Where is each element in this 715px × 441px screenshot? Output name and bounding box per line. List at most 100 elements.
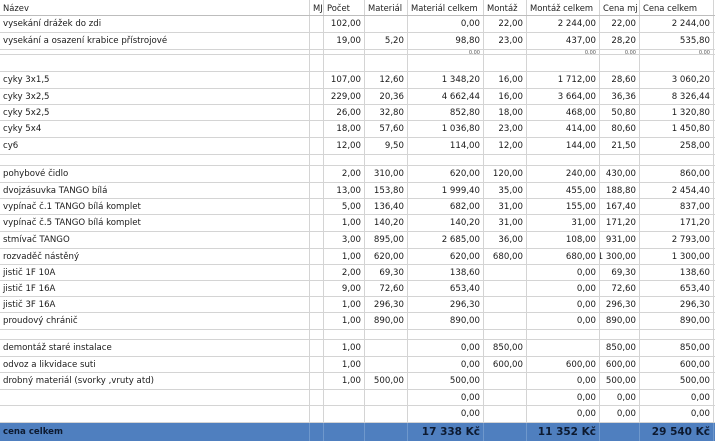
cell-montaz[interactable] [484, 55, 527, 71]
cell-material[interactable]: 153,80 [365, 183, 408, 198]
cell-montaz[interactable]: 12,00 [484, 138, 527, 154]
cell-pocet[interactable]: 1,00 [324, 249, 365, 264]
cell-mj[interactable] [310, 50, 324, 54]
cell-pocet[interactable]: 1,00 [324, 313, 365, 329]
cell-nazev[interactable]: vypínač č.5 TANGO bílá komplet [0, 215, 310, 231]
cell-mj[interactable] [310, 72, 324, 88]
cell-montaz-celkem[interactable]: 0,00 [527, 406, 600, 422]
cell-material[interactable]: 890,00 [365, 313, 408, 329]
cell-material[interactable]: 5,20 [365, 33, 408, 49]
cell-material[interactable]: 9,50 [365, 138, 408, 154]
cell-mj[interactable] [310, 265, 324, 280]
cell-montaz-celkem[interactable]: 2 244,00 [527, 16, 600, 32]
cell-material-celkem[interactable]: 0,00 [408, 16, 484, 32]
total-mj[interactable] [310, 423, 324, 441]
cell-material[interactable]: 310,00 [365, 166, 408, 182]
cell-mj[interactable] [310, 55, 324, 71]
cell-nazev[interactable]: vysekání a osazení krabice přístrojové [0, 33, 310, 49]
cell-montaz[interactable]: 36,00 [484, 232, 527, 248]
cell-montaz[interactable] [484, 281, 527, 296]
cell-montaz-celkem[interactable]: 437,00 [527, 33, 600, 49]
cell-cena-celkem[interactable]: 2 454,40 [640, 183, 714, 198]
cell-nazev[interactable]: pohybové čidlo [0, 166, 310, 182]
cell-montaz[interactable]: 31,00 [484, 215, 527, 231]
cell-mj[interactable] [310, 121, 324, 137]
cell-cena-celkem[interactable]: 296,30 [640, 297, 714, 312]
cell-nazev[interactable]: odvoz a likvidace suti [0, 357, 310, 372]
cell-cena-celkem[interactable]: 1 300,00 [640, 249, 714, 264]
cell-cena-mj[interactable]: 1 300,00 [600, 249, 640, 264]
cell-material-celkem[interactable]: 0,00 [408, 340, 484, 356]
cell-nazev[interactable]: drobný materiál (svorky ,vruty atd) [0, 373, 310, 389]
cell-mj[interactable] [310, 232, 324, 248]
cell-material[interactable]: 72,60 [365, 281, 408, 296]
cell-cena-mj[interactable]: 167,40 [600, 199, 640, 214]
cell-material[interactable] [365, 16, 408, 32]
cell-nazev[interactable]: cy6 [0, 138, 310, 154]
cell-montaz[interactable]: 120,00 [484, 166, 527, 182]
cell-material-celkem[interactable]: 620,00 [408, 166, 484, 182]
cell-cena-celkem[interactable]: 3 060,20 [640, 72, 714, 88]
cell-nazev[interactable] [0, 406, 310, 422]
cell-material-celkem[interactable]: 1 999,40 [408, 183, 484, 198]
cell-montaz-celkem[interactable]: 0,00 [527, 373, 600, 389]
cell-material-celkem[interactable]: 620,00 [408, 249, 484, 264]
cell-montaz-celkem[interactable] [527, 55, 600, 71]
cell-material-celkem[interactable]: 98,80 [408, 33, 484, 49]
cell-cena-mj[interactable]: 931,00 [600, 232, 640, 248]
cell-nazev[interactable]: vypínač č.1 TANGO bílá komplet [0, 199, 310, 214]
cell-pocet[interactable] [324, 390, 365, 405]
cell-pocet[interactable]: 107,00 [324, 72, 365, 88]
cell-pocet[interactable]: 2,00 [324, 166, 365, 182]
cell-pocet[interactable]: 9,00 [324, 281, 365, 296]
cell-cena-mj[interactable]: 72,60 [600, 281, 640, 296]
cell-montaz-celkem[interactable]: 414,00 [527, 121, 600, 137]
cell-cena-mj[interactable]: 69,30 [600, 265, 640, 280]
cell-mj[interactable] [310, 16, 324, 32]
cell-cena-celkem[interactable] [640, 155, 714, 165]
cell-montaz[interactable]: 16,00 [484, 72, 527, 88]
cell-mj[interactable] [310, 166, 324, 182]
cell-material-celkem[interactable]: 2 685,00 [408, 232, 484, 248]
cell-material[interactable] [365, 340, 408, 356]
cell-montaz-celkem[interactable]: 0,00 [527, 281, 600, 296]
cell-material[interactable]: 895,00 [365, 232, 408, 248]
cell-pocet[interactable]: 1,00 [324, 215, 365, 231]
cell-cena-celkem[interactable]: 258,00 [640, 138, 714, 154]
cell-cena-mj[interactable]: 28,20 [600, 33, 640, 49]
cell-pocet[interactable]: 1,00 [324, 340, 365, 356]
cell-material[interactable]: 500,00 [365, 373, 408, 389]
cell-montaz-celkem[interactable]: 0,00 [527, 265, 600, 280]
cell-pocet[interactable] [324, 155, 365, 165]
cell-pocet[interactable]: 102,00 [324, 16, 365, 32]
cell-cena-mj[interactable]: 36,36 [600, 89, 640, 104]
cell-cena-celkem[interactable]: 8 326,44 [640, 89, 714, 104]
cell-mj[interactable] [310, 89, 324, 104]
cell-mj[interactable] [310, 155, 324, 165]
cell-nazev[interactable]: rozvaděč nástěný [0, 249, 310, 264]
cell-pocet[interactable]: 1,00 [324, 297, 365, 312]
cell-material[interactable] [365, 406, 408, 422]
cell-nazev[interactable] [0, 390, 310, 405]
cell-nazev[interactable] [0, 155, 310, 165]
cell-pocet[interactable] [324, 330, 365, 339]
cell-nazev[interactable] [0, 330, 310, 339]
cell-cena-mj[interactable]: 0,00 [600, 50, 640, 54]
total-material[interactable] [365, 423, 408, 441]
cell-nazev[interactable]: jistič 1F 10A [0, 265, 310, 280]
cell-pocet[interactable]: 5,00 [324, 199, 365, 214]
cell-pocet[interactable] [324, 406, 365, 422]
cell-cena-celkem[interactable]: 890,00 [640, 313, 714, 329]
cell-pocet[interactable]: 26,00 [324, 105, 365, 120]
cell-material-celkem[interactable] [408, 55, 484, 71]
cell-montaz-celkem[interactable]: 600,00 [527, 357, 600, 372]
cell-cena-mj[interactable]: 21,50 [600, 138, 640, 154]
cell-montaz-celkem[interactable]: 1 712,00 [527, 72, 600, 88]
cell-material[interactable]: 32,80 [365, 105, 408, 120]
cell-montaz-celkem[interactable]: 3 664,00 [527, 89, 600, 104]
cell-material[interactable]: 140,20 [365, 215, 408, 231]
cell-nazev[interactable] [0, 55, 310, 71]
cell-cena-celkem[interactable]: 0,00 [640, 406, 714, 422]
cell-mj[interactable] [310, 297, 324, 312]
cell-material-celkem[interactable] [408, 155, 484, 165]
